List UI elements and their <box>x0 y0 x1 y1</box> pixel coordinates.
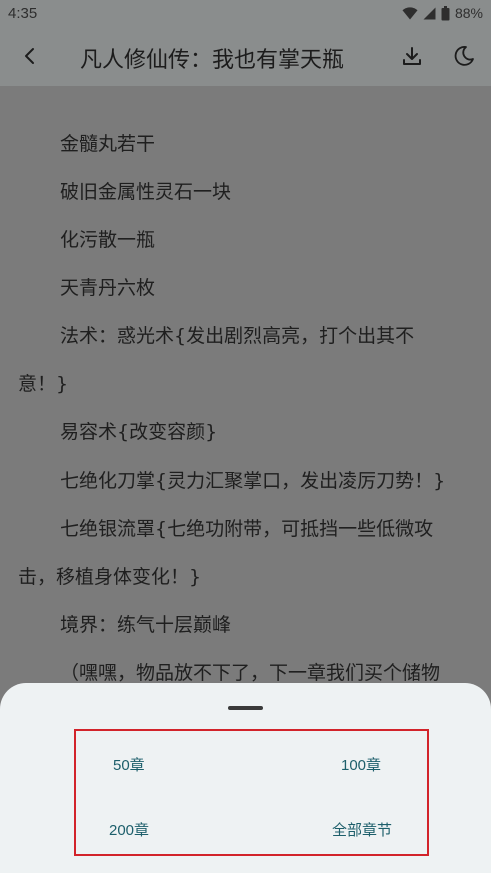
download-options-group: 50章 100章 200章 全部章节 <box>74 729 429 856</box>
download-200-chapters-option[interactable]: 200章 <box>109 819 149 840</box>
status-time: 4:35 <box>8 5 38 22</box>
sheet-drag-handle[interactable] <box>228 706 263 710</box>
night-mode-button[interactable] <box>448 42 480 74</box>
content-line: 七绝化刀掌{灵力汇聚掌口，发出凌厉刀势！} <box>60 470 446 492</box>
night-mode-moon-icon <box>452 44 476 72</box>
content-line: 化污散一瓶 <box>60 229 156 251</box>
back-arrow-icon <box>23 46 37 70</box>
book-title: 凡人修仙传：我也有掌天瓶 <box>80 48 345 73</box>
content-line: 击，移植身体变化！} <box>18 566 202 588</box>
content-line: 金髓丸若干 <box>60 133 156 155</box>
content-line: 意！} <box>18 373 69 395</box>
status-icons: 88% <box>402 5 483 21</box>
content-line: 七绝银流罩{七绝功附带，可抵挡一些低微攻 <box>60 518 434 540</box>
content-line: 法术：惑光术{发出剧烈高亮，打个出其不 <box>60 325 415 347</box>
content-line: 易容术{改变容颜} <box>60 421 218 443</box>
content-line: 境界：练气十层巅峰 <box>60 614 232 636</box>
content-line: 破旧金属性灵石一块 <box>60 181 232 203</box>
content-line: （嘿嘿，物品放不下了，下一章我们买个储物 <box>60 662 441 684</box>
download-100-chapters-option[interactable]: 100章 <box>341 754 381 775</box>
download-50-chapters-option[interactable]: 50章 <box>113 754 145 775</box>
status-bar: 4:35 88% <box>0 0 491 30</box>
download-all-chapters-option[interactable]: 全部章节 <box>332 819 392 840</box>
download-icon <box>401 45 423 71</box>
reader-toolbar: 凡人修仙传：我也有掌天瓶 <box>0 30 491 86</box>
download-button[interactable] <box>396 42 428 74</box>
battery-icon <box>441 5 450 21</box>
battery-percent: 88% <box>454 5 483 21</box>
wifi-icon <box>402 6 418 20</box>
back-button[interactable] <box>14 42 46 74</box>
content-line: 天青丹六枚 <box>60 277 156 299</box>
cellular-signal-icon <box>423 7 436 20</box>
download-bottom-sheet: 50章 100章 200章 全部章节 <box>0 683 491 873</box>
